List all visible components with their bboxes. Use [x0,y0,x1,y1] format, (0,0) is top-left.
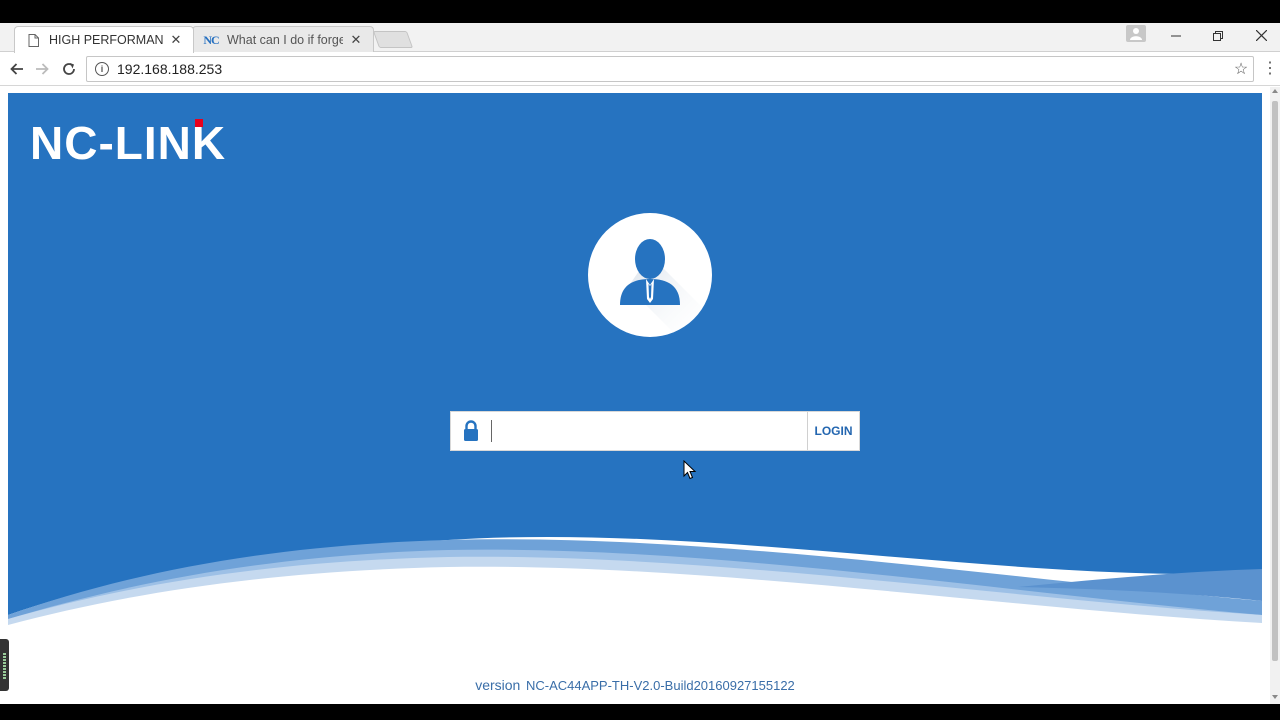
tab-close-icon[interactable]: ✕ [349,32,363,48]
tab-title: HIGH PERFORMANCE | [49,33,163,47]
close-window-icon[interactable] [1240,23,1280,48]
tab-active[interactable]: HIGH PERFORMANCE | ✕ [14,26,194,53]
firmware-version: version NC-AC44APP-TH-V2.0-Build20160927… [8,677,1262,693]
bookmark-star-icon[interactable]: ☆ [1229,59,1253,79]
blue-background [8,93,1262,625]
tab-strip: HIGH PERFORMANCE | ✕ NC What can I do if… [0,23,1280,53]
info-icon[interactable]: i [95,62,109,76]
page-viewport: NC-LINK LOGIN version NC-AC44APP-TH-V2.0… [0,87,1280,704]
browser-menu-icon[interactable]: ⋮ [1262,60,1278,80]
address-bar[interactable]: i 192.168.188.253 ☆ [86,56,1254,82]
reload-icon[interactable] [57,57,81,81]
browser-toolbar: i 192.168.188.253 ☆ ⋮ [0,52,1280,86]
minimize-icon[interactable] [1155,23,1197,48]
scroll-up-arrow-icon[interactable] [1272,89,1278,93]
audio-level-widget [0,639,9,691]
page-scrollbar[interactable] [1270,87,1280,704]
screen-bottom-border [0,704,1280,720]
profile-icon[interactable] [1126,25,1146,42]
page-icon [25,32,41,48]
scrollbar-thumb[interactable] [1272,101,1278,661]
lock-icon [451,412,491,450]
tab-title: What can I do if forget [227,33,343,47]
address-url[interactable]: 192.168.188.253 [117,61,1229,77]
forward-arrow-icon[interactable] [30,57,54,81]
login-button[interactable]: LOGIN [807,412,859,450]
browser-window: HIGH PERFORMANCE | ✕ NC What can I do if… [0,23,1280,704]
router-login-page: NC-LINK LOGIN version NC-AC44APP-TH-V2.0… [8,93,1262,704]
new-tab-button[interactable] [372,31,414,48]
nc-link-logo: NC-LINK [30,117,285,169]
version-value: NC-AC44APP-TH-V2.0-Build20160927155122 [525,678,795,693]
scroll-down-arrow-icon[interactable] [1272,695,1278,699]
nc-favicon: NC [203,32,219,47]
screen-top-border [0,0,1280,23]
login-form: LOGIN [450,411,860,451]
user-avatar-icon [588,213,712,337]
version-label: version [475,677,521,693]
restore-icon[interactable] [1197,23,1239,48]
back-arrow-icon[interactable] [5,57,29,81]
password-input[interactable] [491,420,807,442]
tab-close-icon[interactable]: ✕ [169,32,183,48]
mouse-cursor-icon [683,460,697,480]
tab-inactive[interactable]: NC What can I do if forget ✕ [192,26,374,53]
